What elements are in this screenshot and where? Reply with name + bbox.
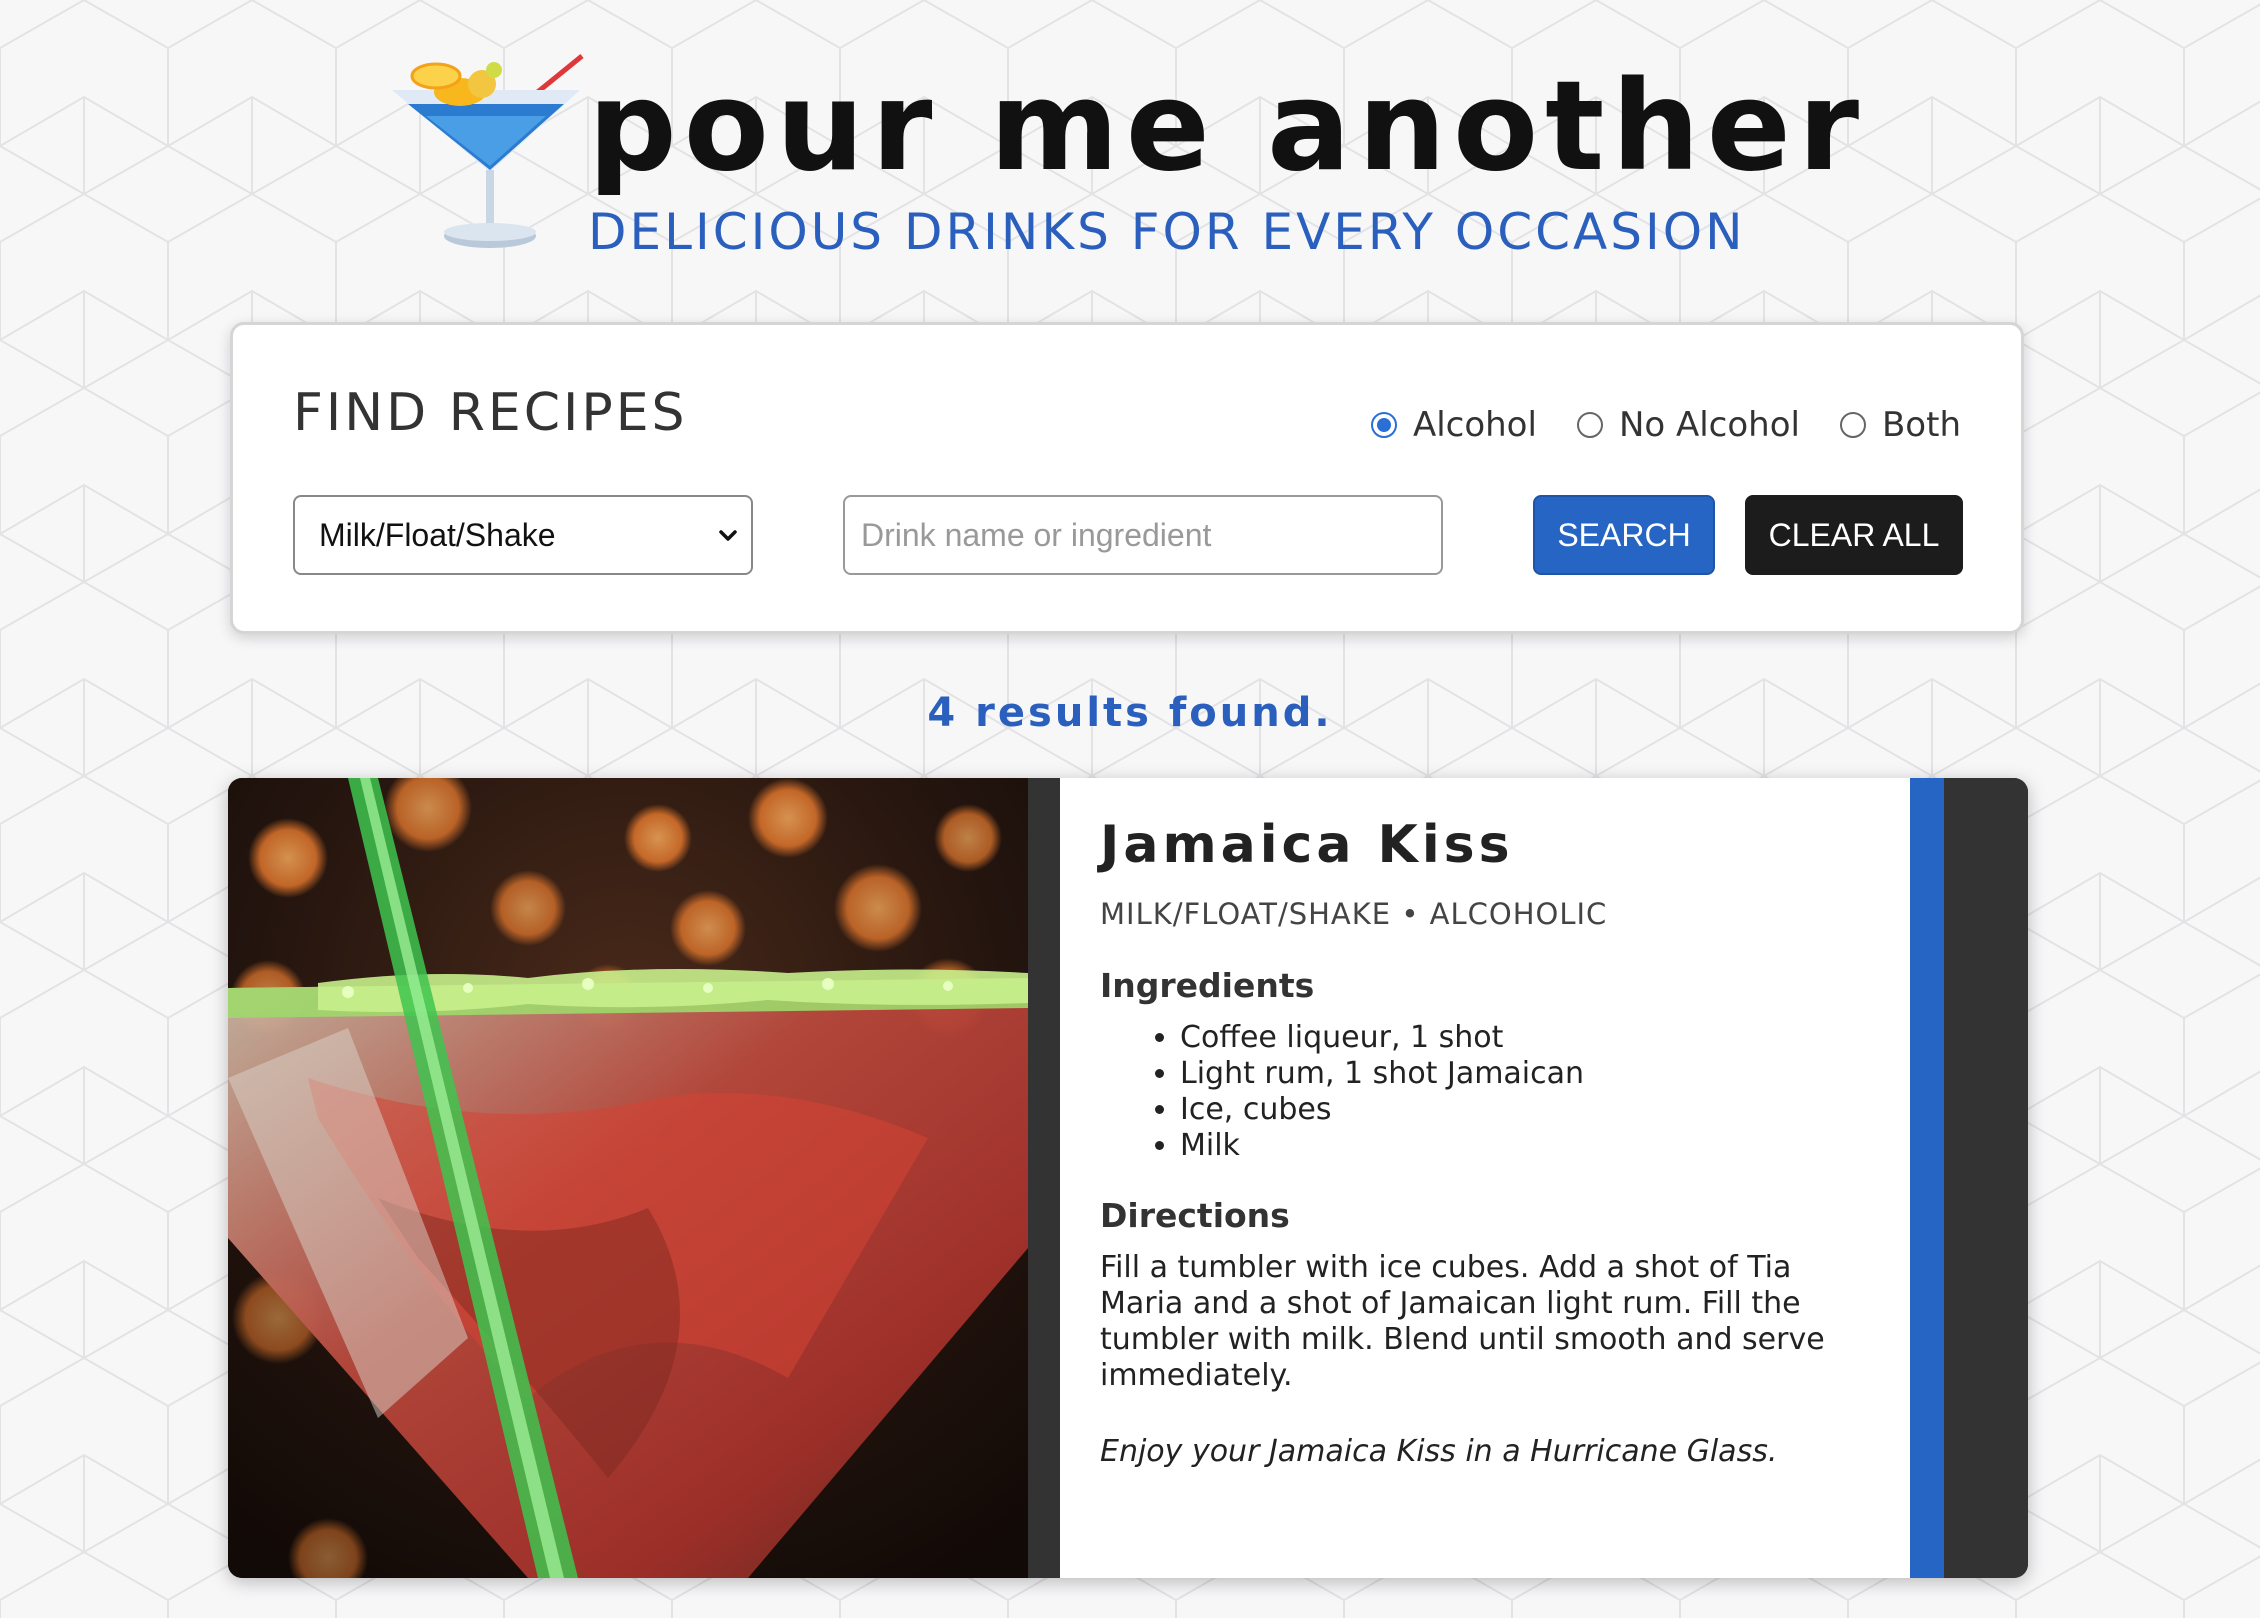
radio-button-no-alcohol[interactable] [1576,412,1603,438]
ingredient-item: Coffee liqueur, 1 shot [1180,1020,1870,1056]
category-select[interactable]: Milk/Float/Shake [293,495,753,575]
ingredient-item: Light rum, 1 shot Jamaican [1180,1056,1870,1092]
category-select-value: Milk/Float/Shake [319,516,556,553]
search-input-placeholder: Drink name or ingredient [861,516,1212,553]
alcohol-filter: Alcohol No Alcohol Both [1331,405,1961,445]
card-accent-stripe [1910,778,1944,1578]
radio-no-alcohol[interactable]: No Alcohol [1576,405,1800,445]
directions-text: Fill a tumbler with ice cubes. Add a sho… [1100,1250,1825,1393]
clear-all-button[interactable]: CLEAR ALL [1745,495,1963,575]
ingredients-heading: Ingredients [1100,966,1315,1005]
results-count: 4 results found. [927,690,1333,736]
search-input[interactable]: Drink name or ingredient [843,495,1443,575]
directions-heading: Directions [1100,1196,1290,1235]
card-side-panel [1944,778,2028,1578]
radio-label-alcohol: Alcohol [1412,405,1537,445]
card-divider [1028,778,1060,1578]
drink-photo [228,778,1028,1578]
recipe-card: Jamaica Kiss MILK/FLOAT/SHAKE • ALCOHOLI… [228,778,2028,1578]
radio-alcohol[interactable]: Alcohol [1370,405,1537,445]
radio-button-alcohol[interactable] [1370,412,1397,438]
ingredients-list: Coffee liqueur, 1 shot Light rum, 1 shot… [1100,1020,1870,1164]
radio-label-no-alcohol: No Alcohol [1618,405,1800,445]
recipe-details: Jamaica Kiss MILK/FLOAT/SHAKE • ALCOHOLI… [1060,778,1910,1578]
cocktail-glass-icon [392,54,584,248]
radio-both[interactable]: Both [1839,405,1961,445]
find-recipes-title: FIND RECIPES [293,383,688,443]
radio-label-both: Both [1881,405,1961,445]
chevron-down-icon [719,530,737,541]
drink-name: Jamaica Kiss [1100,815,1514,875]
site-tagline: DELICIOUS DRINKS FOR EVERY OCCASION [588,203,1746,261]
radio-button-both[interactable] [1839,412,1866,438]
serving-note: Enjoy your Jamaica Kiss in a Hurricane G… [1100,1434,1778,1469]
site-title: pour me another [588,55,1866,199]
drink-category: MILK/FLOAT/SHAKE • ALCOHOLIC [1100,897,1608,931]
search-button[interactable]: SEARCH [1533,495,1715,575]
site-header: pour me another DELICIOUS DRINKS FOR EVE… [0,0,2260,300]
search-panel: FIND RECIPES Alcohol No Alcohol Both Mil… [230,322,2024,634]
ingredient-item: Milk [1180,1128,1870,1164]
ingredient-item: Ice, cubes [1180,1092,1870,1128]
